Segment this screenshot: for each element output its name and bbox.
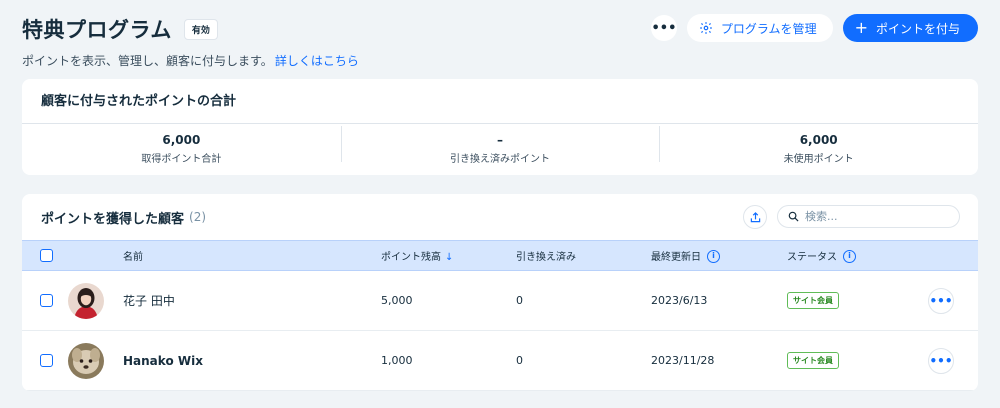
more-icon: •••: [929, 293, 953, 308]
search-field[interactable]: [777, 205, 960, 228]
stat-value: 6,000: [799, 133, 838, 147]
page-title: 特典プログラム: [22, 18, 172, 42]
column-name[interactable]: 名前: [123, 248, 143, 263]
customer-photo: [68, 282, 104, 319]
more-icon: •••: [651, 20, 677, 36]
select-all-checkbox[interactable]: [40, 249, 53, 262]
table-row[interactable]: 花子 田中 5,000 0 2023/6/13 サイト会員 •••: [22, 271, 978, 331]
search-input[interactable]: [805, 210, 945, 223]
more-icon: •••: [929, 353, 953, 368]
column-points-label: ポイント残高: [381, 252, 441, 263]
search-icon: [788, 211, 799, 222]
points-balance: 1,000: [381, 354, 413, 367]
row-more-button[interactable]: •••: [928, 287, 954, 314]
row-checkbox[interactable]: [40, 354, 53, 367]
give-points-label: ポイントを付与: [875, 21, 960, 36]
redeemed-points: 0: [516, 294, 523, 307]
more-actions-button[interactable]: •••: [650, 15, 677, 41]
manage-program-label: プログラムを管理: [720, 21, 817, 36]
export-button[interactable]: [743, 205, 767, 229]
summary-title: 顧客に付与されたポイントの合計: [22, 79, 978, 124]
column-status-label: ステータス: [787, 251, 837, 263]
summary-stats: 6,000 取得ポイント合計 – 引き換え済みポイント 6,000 未使用ポイン…: [22, 124, 978, 174]
redeemed-points: 0: [516, 354, 523, 367]
gear-icon: [700, 22, 712, 34]
table-toolbar: ポイントを獲得した顧客 (2): [22, 194, 978, 240]
stat-total-earned: 6,000 取得ポイント合計: [22, 133, 341, 165]
sort-down-icon: ↓: [445, 252, 454, 263]
customers-table-card: ポイントを獲得した顧客 (2) 名前 ポイント残高 ↓ 引き換え済み 最終更新日 i…: [22, 194, 978, 391]
row-more-button[interactable]: •••: [928, 347, 954, 374]
points-balance: 5,000: [381, 294, 413, 307]
table-count: (2): [189, 210, 207, 224]
points-summary-card: 顧客に付与されたポイントの合計 6,000 取得ポイント合計 – 引き換え済みポ…: [22, 79, 978, 175]
stat-label: 取得ポイント合計: [141, 154, 222, 165]
program-status-badge: 有効: [183, 18, 218, 40]
customer-photo: [68, 342, 104, 379]
column-points[interactable]: ポイント残高 ↓: [381, 248, 453, 263]
stat-label: 未使用ポイント: [783, 154, 854, 165]
table-column-header: 名前 ポイント残高 ↓ 引き換え済み 最終更新日 i ステータス i: [22, 240, 978, 271]
stat-redeemed: – 引き換え済みポイント: [340, 126, 660, 165]
stat-unused: 6,000 未使用ポイント: [659, 126, 978, 165]
page-header: 特典プログラム 有効 ポイントを表示、管理し、顧客に付与します。 詳しくはこちら: [22, 14, 359, 69]
export-icon: [750, 211, 760, 222]
avatar: [68, 342, 104, 379]
info-icon[interactable]: i: [843, 250, 856, 264]
subtitle-text: ポイントを表示、管理し、顧客に付与します。: [22, 54, 273, 68]
plus-icon: +: [854, 18, 868, 37]
column-updated[interactable]: 最終更新日 i: [651, 248, 720, 264]
page-subtitle: ポイントを表示、管理し、顧客に付与します。 詳しくはこちら: [22, 52, 359, 69]
column-updated-label: 最終更新日: [651, 251, 701, 263]
last-updated: 2023/6/13: [651, 294, 708, 307]
status-badge: サイト会員: [787, 292, 839, 309]
column-redeemed[interactable]: 引き換え済み: [516, 248, 576, 263]
stat-value: –: [497, 133, 503, 147]
customer-name[interactable]: 花子 田中: [123, 292, 175, 309]
stat-value: 6,000: [162, 133, 201, 147]
table-title: ポイントを獲得した顧客: [41, 211, 185, 227]
last-updated: 2023/11/28: [651, 354, 715, 367]
row-checkbox[interactable]: [40, 294, 53, 307]
learn-more-link[interactable]: 詳しくはこちら: [275, 54, 359, 68]
table-row[interactable]: Hanako Wix 1,000 0 2023/11/28 サイト会員 •••: [22, 331, 978, 391]
manage-program-button[interactable]: プログラムを管理: [686, 14, 833, 42]
avatar: [68, 282, 104, 319]
status-badge: サイト会員: [787, 352, 839, 369]
stat-label: 引き換え済みポイント: [450, 154, 550, 165]
customer-name[interactable]: Hanako Wix: [123, 354, 203, 368]
header-actions: ••• プログラムを管理 + ポイントを付与: [650, 14, 978, 42]
give-points-button[interactable]: + ポイントを付与: [842, 14, 978, 42]
column-status[interactable]: ステータス i: [787, 248, 856, 264]
info-icon[interactable]: i: [707, 250, 720, 264]
